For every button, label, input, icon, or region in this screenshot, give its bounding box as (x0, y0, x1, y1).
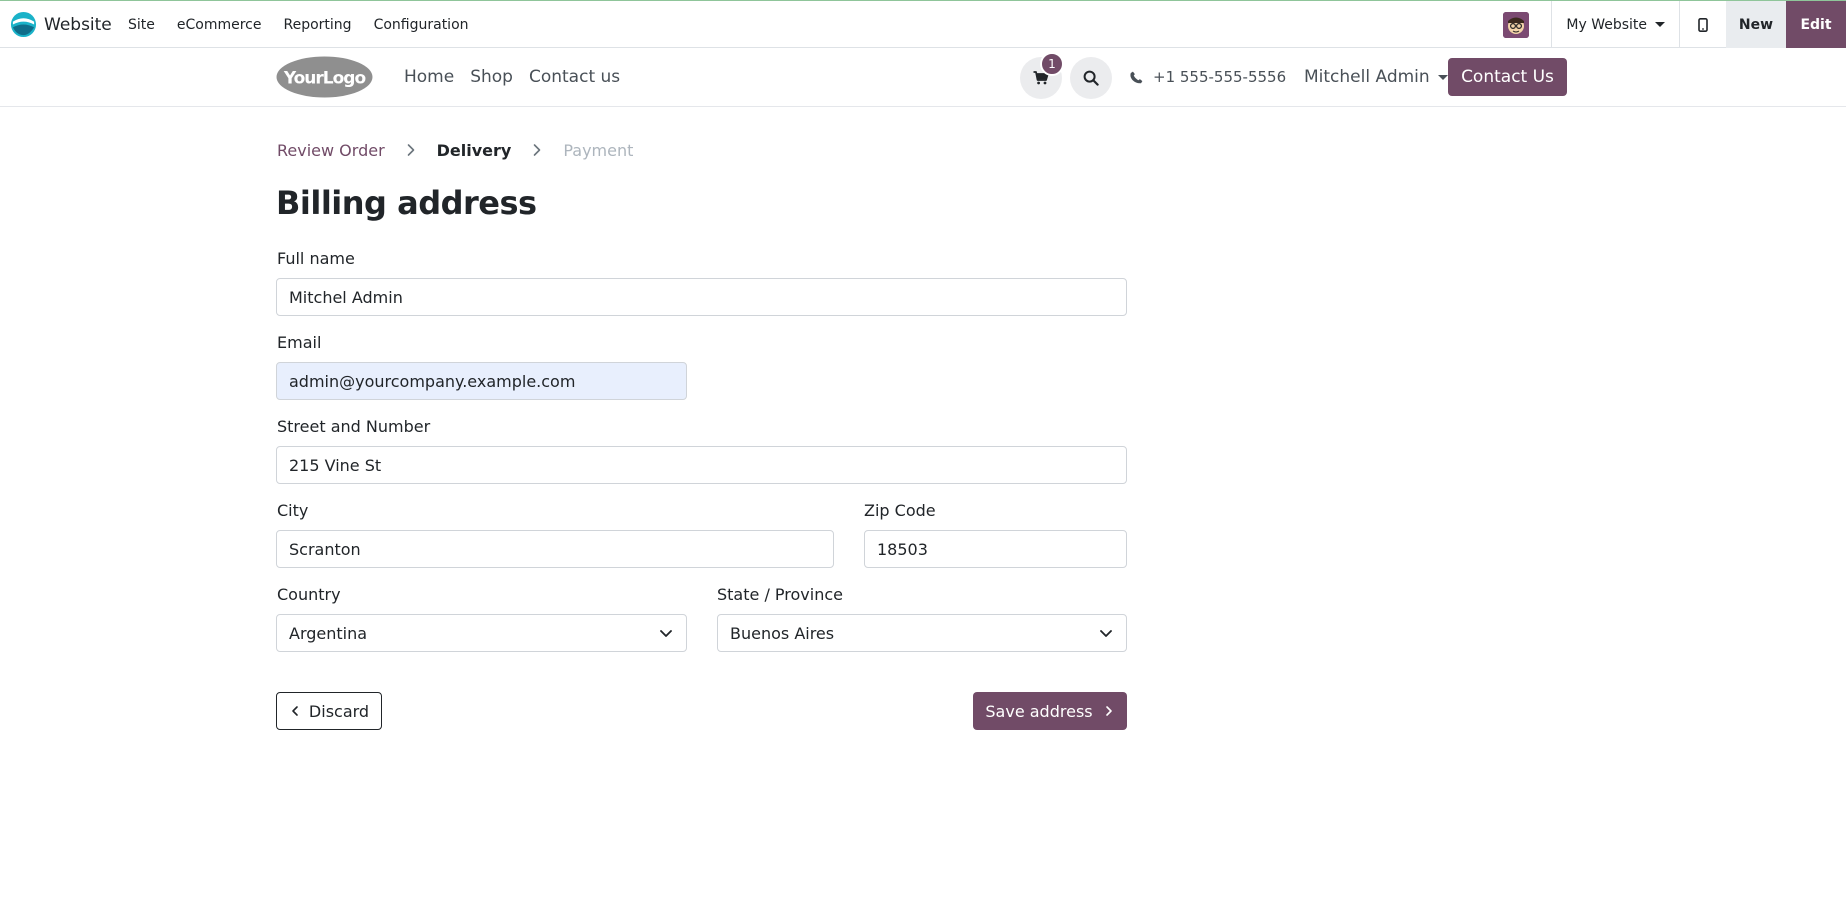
admin-menu-site[interactable]: Site (128, 17, 155, 33)
country-label: Country (277, 585, 341, 604)
search-button[interactable] (1070, 57, 1112, 99)
chevron-right-icon (534, 144, 541, 156)
contact-us-button[interactable]: Contact Us (1448, 58, 1567, 96)
save-address-button[interactable]: Save address (973, 692, 1127, 730)
nav-contact-us[interactable]: Contact us (529, 67, 620, 87)
city-input[interactable] (276, 530, 834, 568)
state-selected-value: Buenos Aires (730, 623, 835, 643)
edit-button[interactable]: Edit (1786, 1, 1846, 48)
cart-count-badge: 1 (1040, 52, 1064, 76)
email-label: Email (277, 333, 322, 352)
new-button[interactable]: New (1726, 1, 1786, 48)
discard-button[interactable]: Discard (276, 692, 382, 730)
admin-menu-reporting[interactable]: Reporting (284, 17, 352, 33)
zip-code-input[interactable] (864, 530, 1127, 568)
phone-link[interactable]: +1 555-555-5556 (1130, 48, 1286, 106)
search-icon (1083, 70, 1099, 86)
breadcrumb-review-order[interactable]: Review Order (277, 141, 385, 160)
discard-label: Discard (308, 701, 370, 721)
mobile-preview-button[interactable] (1680, 1, 1726, 48)
chevron-right-icon (407, 144, 414, 156)
mobile-icon (1698, 17, 1708, 32)
full-name-input[interactable] (276, 278, 1127, 316)
country-selected-value: Argentina (289, 623, 368, 643)
chevron-left-icon (292, 706, 298, 716)
chevron-down-icon (660, 630, 672, 637)
save-address-label: Save address (985, 701, 1093, 721)
state-label: State / Province (717, 585, 843, 604)
caret-down-icon (1437, 74, 1448, 80)
breadcrumb-payment: Payment (563, 140, 634, 160)
email-input[interactable] (276, 362, 687, 400)
website-app-icon (10, 11, 37, 38)
site-nav: Home Shop Contact us (404, 48, 636, 106)
nav-shop[interactable]: Shop (470, 67, 513, 87)
street-input[interactable] (276, 446, 1127, 484)
admin-right-controls: My Website New Edit (1503, 1, 1846, 48)
user-avatar[interactable] (1503, 11, 1530, 38)
phone-icon (1130, 71, 1143, 83)
logo-text: YourLogo (283, 69, 366, 89)
admin-menu-ecommerce[interactable]: eCommerce (177, 17, 262, 33)
state-select[interactable]: Buenos Aires (717, 614, 1127, 652)
breadcrumb-delivery: Delivery (436, 140, 512, 160)
full-name-label: Full name (277, 249, 355, 268)
checkout-breadcrumb: Review Order Delivery Payment (277, 140, 633, 160)
nav-home[interactable]: Home (404, 67, 454, 87)
app-brand[interactable]: Website (10, 11, 112, 38)
street-label: Street and Number (277, 417, 431, 436)
user-menu[interactable]: Mitchell Admin (1304, 48, 1448, 106)
website-switcher[interactable]: My Website (1552, 1, 1679, 48)
chevron-down-icon (1100, 630, 1112, 637)
zip-code-label: Zip Code (864, 501, 936, 520)
app-name: Website (44, 14, 112, 35)
website-switcher-label: My Website (1566, 16, 1647, 33)
user-name: Mitchell Admin (1304, 67, 1430, 87)
country-select[interactable]: Argentina (276, 614, 687, 652)
admin-navbar: Website Site eCommerce Reporting Configu… (0, 0, 1846, 48)
caret-down-icon (1655, 22, 1665, 27)
site-logo[interactable]: YourLogo (276, 56, 373, 98)
city-label: City (277, 501, 309, 520)
page-title: Billing address (276, 184, 537, 222)
admin-menu: Site eCommerce Reporting Configuration (128, 1, 491, 48)
chevron-right-icon (1105, 706, 1112, 716)
admin-menu-configuration[interactable]: Configuration (374, 17, 469, 33)
phone-number: +1 555-555-5556 (1153, 68, 1287, 86)
site-header: YourLogo Home Shop Contact us 1 +1 555-5… (0, 48, 1846, 107)
